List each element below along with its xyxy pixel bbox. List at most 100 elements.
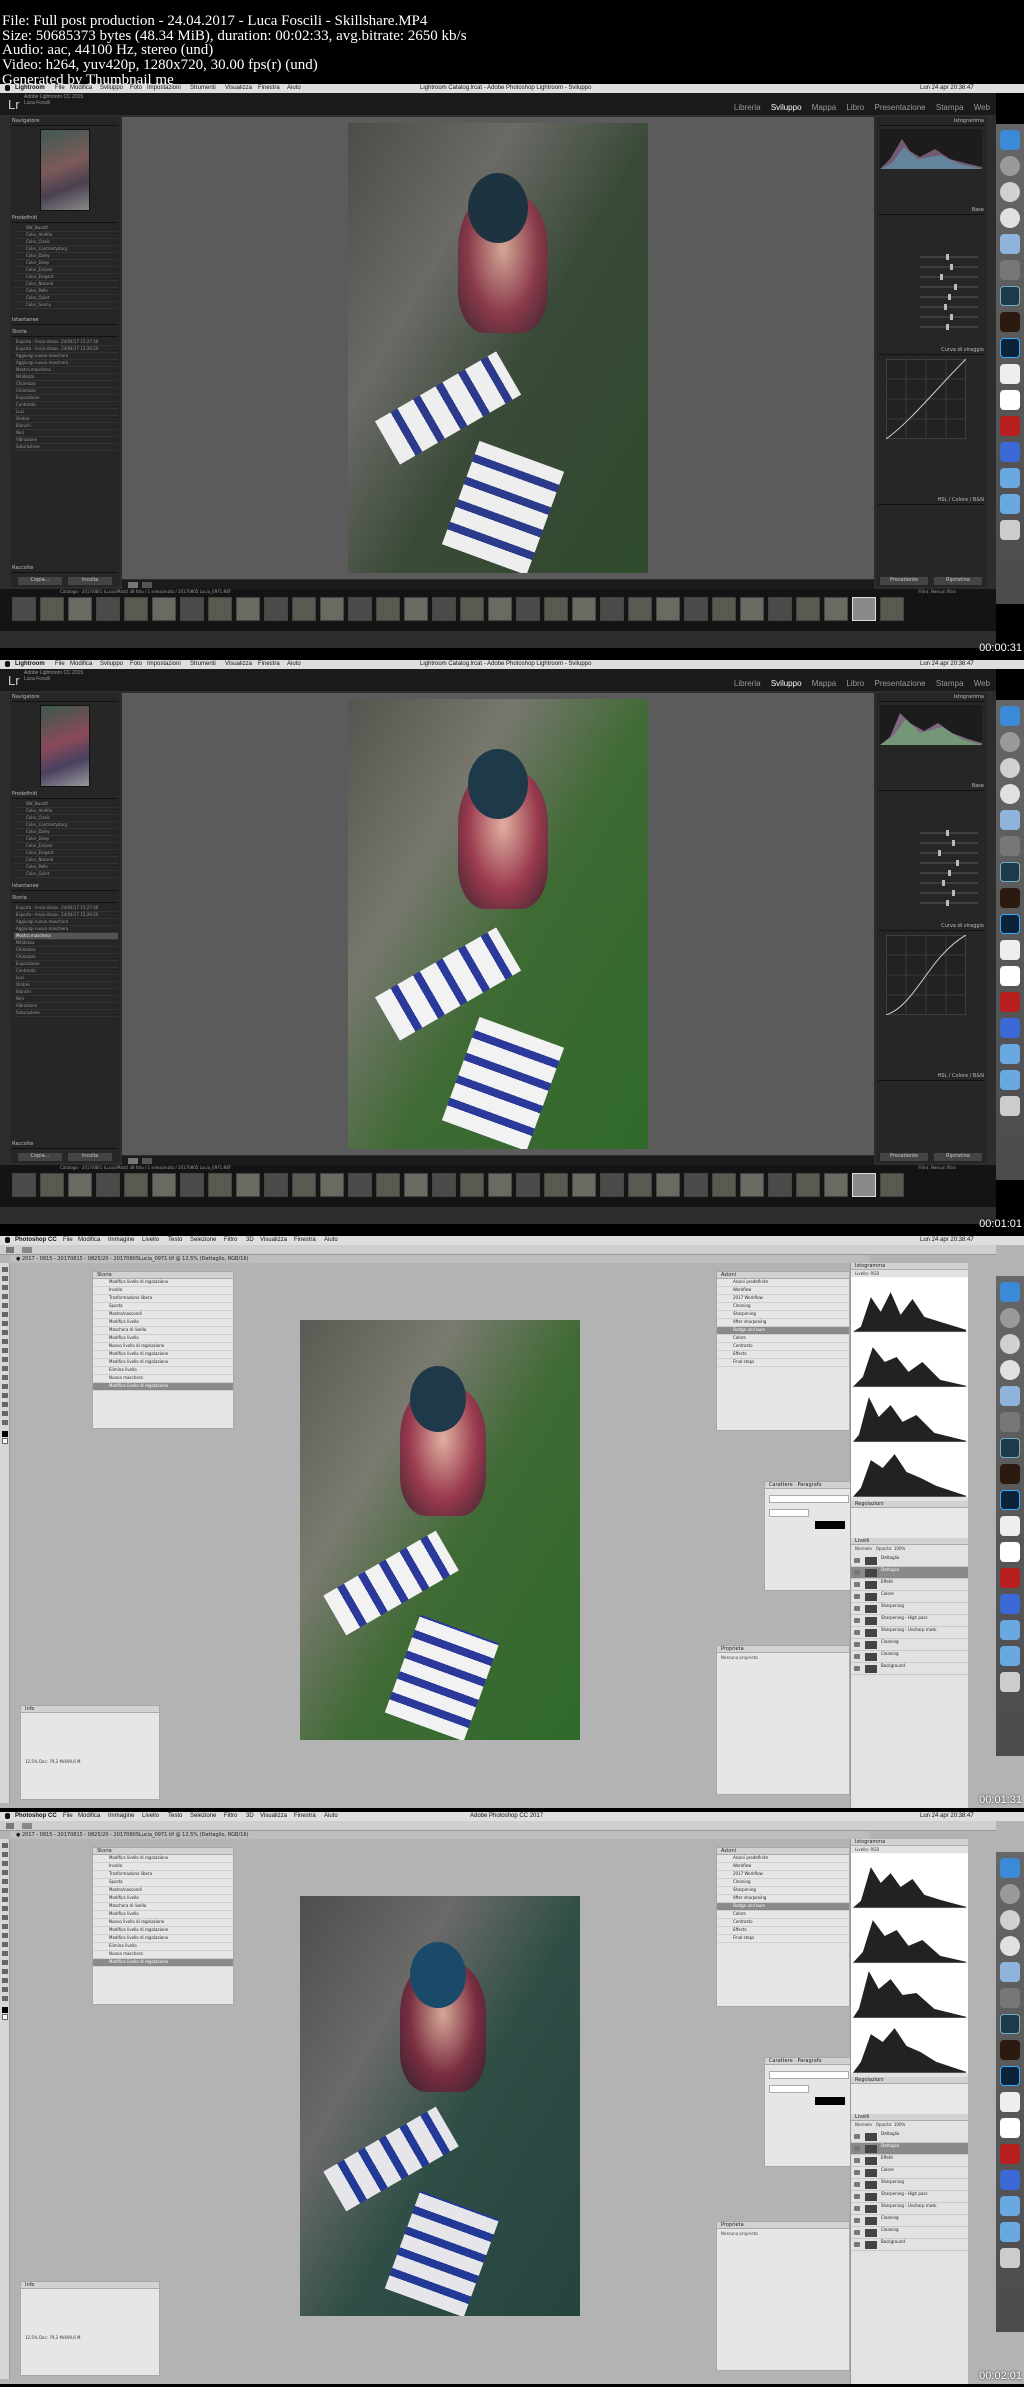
camera-icon[interactable] bbox=[1000, 260, 1020, 280]
snapshots-header[interactable]: Istantanee bbox=[12, 883, 118, 891]
preset-item[interactable]: Color_Daley bbox=[14, 829, 118, 836]
finder-icon[interactable] bbox=[1000, 1282, 1020, 1302]
compare-mode-icon[interactable] bbox=[142, 582, 152, 588]
filezilla-icon[interactable] bbox=[1000, 2144, 1020, 2164]
preset-item[interactable]: Color_Elegant bbox=[14, 274, 118, 281]
apple-icon[interactable] bbox=[5, 1237, 10, 1243]
ps-history-item[interactable]: Modifica livello di regolazione bbox=[93, 1359, 233, 1367]
module-libro[interactable]: Libro bbox=[846, 103, 864, 112]
history-header[interactable]: Storia bbox=[12, 895, 118, 903]
menu-3d[interactable]: 3D bbox=[246, 1237, 254, 1243]
background-color-swatch[interactable] bbox=[2, 1438, 8, 1444]
presets-header[interactable]: Predefiniti bbox=[12, 215, 118, 223]
filmstrip-thumb[interactable] bbox=[404, 597, 428, 621]
menu-aiuto[interactable]: Aiuto bbox=[324, 1237, 338, 1243]
history-item[interactable]: Luci bbox=[14, 409, 118, 416]
filmstrip-thumb[interactable] bbox=[292, 597, 316, 621]
messenger-icon[interactable] bbox=[1000, 1018, 1020, 1038]
preset-item[interactable]: Color_Airellia bbox=[14, 808, 118, 815]
blend-mode-select[interactable]: Normale bbox=[855, 2122, 872, 2127]
ps-history-item[interactable]: Modifica livello di regolazione bbox=[93, 1279, 233, 1287]
filmstrip-thumb[interactable] bbox=[264, 1173, 288, 1197]
filmstrip-thumb[interactable] bbox=[740, 597, 764, 621]
action-item[interactable]: Contrasto bbox=[717, 1343, 849, 1351]
histogram-header[interactable]: Istogramma bbox=[878, 118, 984, 126]
filmstrip-thumb[interactable] bbox=[600, 1173, 624, 1197]
action-set[interactable]: 2017 Workflow bbox=[717, 1295, 849, 1303]
finder-icon[interactable] bbox=[1000, 1858, 1020, 1878]
history-item[interactable]: Chiarezza bbox=[14, 947, 118, 954]
app-menu[interactable]: Lightroom bbox=[15, 661, 45, 667]
filmstrip-thumb[interactable] bbox=[684, 1173, 708, 1197]
filezilla-icon[interactable] bbox=[1000, 992, 1020, 1012]
history-item[interactable]: Bianchi bbox=[14, 423, 118, 430]
menu-file[interactable]: File bbox=[63, 1813, 73, 1819]
navigator-thumbnail[interactable] bbox=[40, 129, 90, 211]
filmstrip-thumb[interactable] bbox=[880, 597, 904, 621]
ps-history-item[interactable]: Maschera di livello bbox=[93, 1903, 233, 1911]
action-item[interactable]: Effects bbox=[717, 1927, 849, 1935]
filmstrip-thumb[interactable] bbox=[208, 1173, 232, 1197]
shape-tool-icon[interactable] bbox=[2, 1978, 8, 1983]
action-item[interactable]: Cleaning bbox=[717, 1879, 849, 1887]
layer-row[interactable]: Cleaning bbox=[851, 2215, 968, 2227]
properties-panel-title[interactable]: Proprieta bbox=[717, 2222, 849, 2229]
layer-row[interactable]: Background bbox=[851, 2239, 968, 2251]
finder-icon[interactable] bbox=[1000, 706, 1020, 726]
adjustments-panel-title[interactable]: Regolazioni bbox=[851, 2077, 968, 2084]
collections-header[interactable]: Raccolte bbox=[12, 1141, 118, 1149]
layer-row[interactable]: Cleaning bbox=[851, 1651, 968, 1663]
mail-icon[interactable] bbox=[1000, 1962, 1020, 1982]
preset-item[interactable]: BW_Bwsoft bbox=[14, 801, 118, 808]
home-icon[interactable] bbox=[6, 1247, 14, 1253]
hand-tool-icon[interactable] bbox=[2, 1987, 8, 1992]
camera-icon[interactable] bbox=[1000, 1412, 1020, 1432]
trash-icon[interactable] bbox=[1000, 1096, 1020, 1116]
tone-curve-graph[interactable] bbox=[886, 935, 966, 1015]
trash-icon[interactable] bbox=[1000, 1672, 1020, 1692]
filmstrip-thumb[interactable] bbox=[152, 597, 176, 621]
filmstrip-thumb[interactable] bbox=[768, 597, 792, 621]
history-item[interactable]: Saturazione bbox=[14, 1010, 118, 1017]
action-item[interactable]: Colore bbox=[717, 1335, 849, 1343]
preset-item[interactable]: Color_Contrastydarg bbox=[14, 822, 118, 829]
action-item[interactable]: Colore bbox=[717, 1911, 849, 1919]
color-swatch[interactable] bbox=[815, 2097, 845, 2105]
filmstrip-thumb[interactable] bbox=[124, 597, 148, 621]
app-menu[interactable]: Photoshop CC bbox=[15, 1813, 57, 1819]
filmstrip-thumb[interactable] bbox=[348, 1173, 372, 1197]
foreground-color-swatch[interactable] bbox=[2, 2007, 8, 2013]
module-web[interactable]: Web bbox=[974, 103, 990, 112]
paste-button[interactable]: Incolla bbox=[68, 577, 112, 585]
module-sviluppo[interactable]: Sviluppo bbox=[771, 679, 802, 688]
font-size-field[interactable] bbox=[769, 1509, 809, 1517]
bridge-icon[interactable] bbox=[1000, 312, 1020, 332]
ps-history-item[interactable]: Sposta bbox=[93, 1879, 233, 1887]
foreground-color-swatch[interactable] bbox=[2, 1431, 8, 1437]
healing-tool-icon[interactable] bbox=[2, 1312, 8, 1317]
ps-history-item[interactable]: Modifica livello di regolazione bbox=[93, 1935, 233, 1943]
safari-icon[interactable] bbox=[1000, 182, 1020, 202]
healing-tool-icon[interactable] bbox=[2, 1888, 8, 1893]
filmstrip-thumb[interactable] bbox=[684, 597, 708, 621]
filmstrip-thumb[interactable] bbox=[488, 1173, 512, 1197]
menu-file[interactable]: File bbox=[55, 85, 65, 91]
view-mode-icon[interactable] bbox=[128, 582, 138, 588]
layer-row[interactable]: Sharpening - Unsharp mask bbox=[851, 1627, 968, 1639]
filmstrip-thumb[interactable] bbox=[376, 1173, 400, 1197]
history-item[interactable]: Aggiungi nuova maschera bbox=[14, 353, 118, 360]
preset-item[interactable]: Color_Pelle bbox=[14, 864, 118, 871]
pen-tool-icon[interactable] bbox=[2, 1951, 8, 1956]
history-item[interactable]: Nitidezza bbox=[14, 374, 118, 381]
filmstrip-thumb[interactable] bbox=[180, 597, 204, 621]
filmstrip-thumb-selected[interactable] bbox=[852, 1173, 876, 1197]
module-sviluppo[interactable]: Sviluppo bbox=[771, 103, 802, 112]
chrome-icon[interactable] bbox=[1000, 1936, 1020, 1956]
module-web[interactable]: Web bbox=[974, 679, 990, 688]
menu-modifica[interactable]: Modifica bbox=[78, 1813, 100, 1819]
gradient-tool-icon[interactable] bbox=[2, 1933, 8, 1938]
filmstrip-thumb[interactable] bbox=[292, 1173, 316, 1197]
mail-icon[interactable] bbox=[1000, 234, 1020, 254]
folder-icon[interactable] bbox=[1000, 1044, 1020, 1064]
ps-history-item[interactable]: Nuovo livello di regolazione bbox=[93, 1343, 233, 1351]
